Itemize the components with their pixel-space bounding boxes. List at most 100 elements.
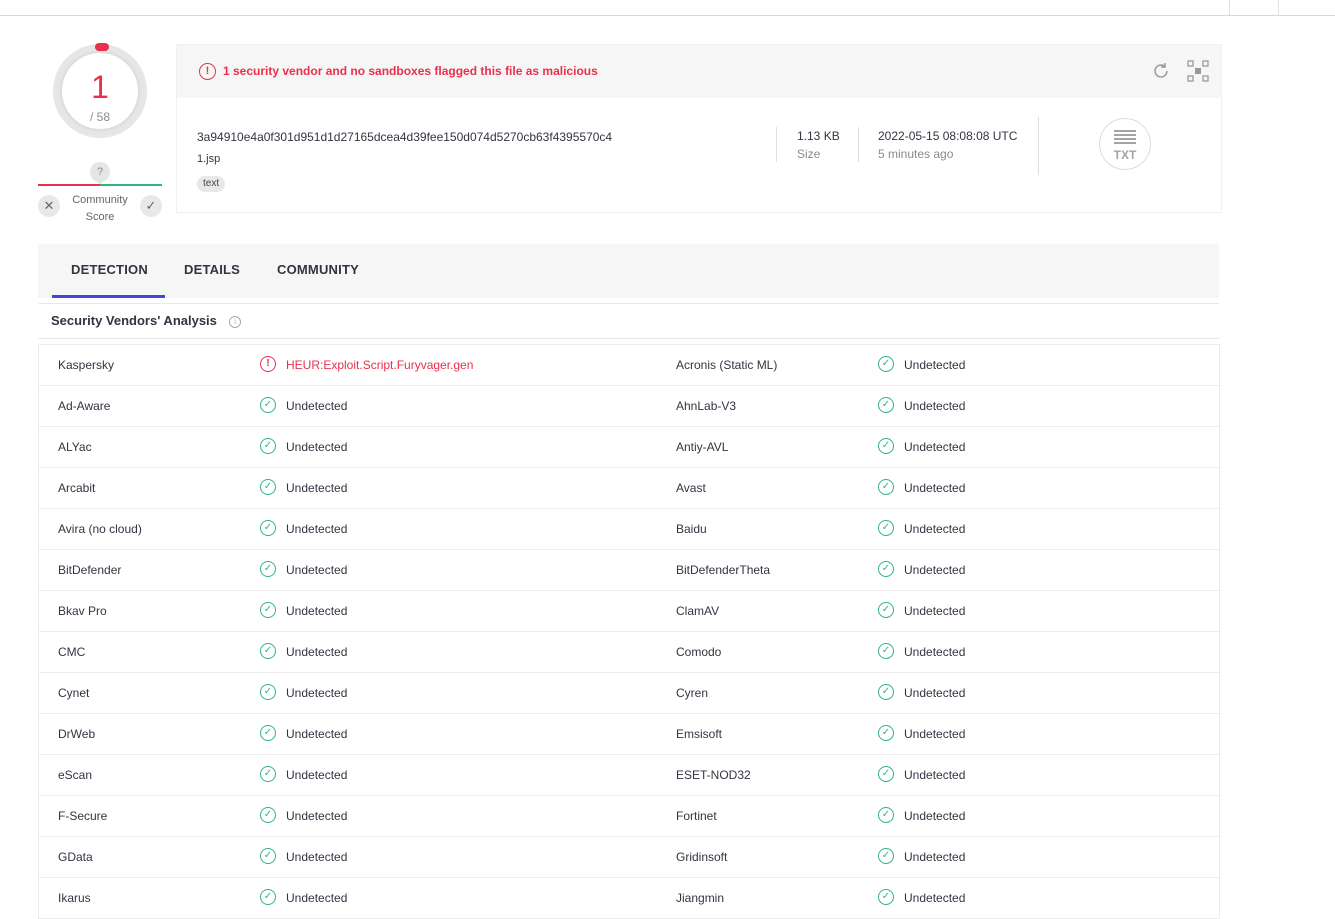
vendor-name: Arcabit	[58, 481, 96, 495]
check-circle-icon: ✓	[260, 807, 276, 823]
community-score-label: Community Score	[72, 194, 128, 223]
detection-result: Undetected	[904, 686, 966, 700]
divider	[776, 127, 777, 162]
active-tab-indicator	[52, 295, 165, 298]
vendor-name: Comodo	[676, 645, 722, 659]
detection-total: / 58	[89, 110, 110, 124]
vendor-name: Jiangmin	[676, 891, 725, 905]
qr-scan-icon[interactable]	[1187, 60, 1209, 82]
check-circle-icon: ✓	[260, 848, 276, 864]
detection-result: Undetected	[286, 522, 348, 536]
vendor-name: GData	[58, 850, 93, 864]
vendor-name: Gridinsoft	[676, 850, 728, 864]
alert-circle-icon: !	[199, 63, 216, 80]
detection-result: Undetected	[286, 727, 348, 741]
detection-result: Undetected	[904, 522, 966, 536]
tab-detection[interactable]: DETECTION	[71, 262, 148, 277]
info-icon[interactable]: i	[229, 316, 241, 328]
community-bar-positive	[100, 184, 162, 186]
detection-result: Undetected	[904, 891, 966, 905]
table-row: GData ✓ Undetected Gridinsoft ✓ Undetected	[39, 837, 1219, 878]
vendor-name: AhnLab-V3	[676, 399, 737, 413]
vendor-name: DrWeb	[58, 727, 96, 741]
top-bar-button[interactable]	[1229, 0, 1279, 15]
detection-result: Undetected	[904, 358, 966, 372]
detection-result: Undetected	[286, 891, 348, 905]
check-circle-icon: ✓	[878, 561, 894, 577]
scan-date-ago: 5 minutes ago	[878, 147, 954, 161]
table-row: Arcabit ✓ Undetected Avast ✓ Undetected	[39, 468, 1219, 509]
detection-result: Undetected	[286, 809, 348, 823]
tab-details[interactable]: DETAILS	[184, 262, 240, 277]
file-hash[interactable]: 3a94910e4a0f301d951d1d27165dcea4d39fee15…	[197, 130, 612, 144]
table-row: F-Secure ✓ Undetected Fortinet ✓ Undetected	[39, 796, 1219, 837]
tab-community[interactable]: COMMUNITY	[277, 262, 359, 277]
alert-message: 1 security vendor and no sandboxes flagg…	[223, 64, 598, 78]
vendor-name: Ad-Aware	[58, 399, 111, 413]
alert-bar: ! 1 security vendor and no sandboxes fla…	[177, 45, 1221, 98]
vendor-name: Bkav Pro	[58, 604, 107, 618]
vendor-name: eScan	[58, 768, 93, 782]
check-circle-icon: ✓	[878, 848, 894, 864]
vendor-name: Emsisoft	[676, 727, 723, 741]
check-circle-icon: ✓	[878, 479, 894, 495]
vendor-name: Avira (no cloud)	[58, 522, 142, 536]
table-row: CMC ✓ Undetected Comodo ✓ Undetected	[39, 632, 1219, 673]
refresh-icon[interactable]	[1150, 61, 1172, 83]
divider	[1038, 117, 1039, 175]
table-row: Avira (no cloud) ✓ Undetected Baidu ✓ Undetec…	[39, 509, 1219, 550]
score-inner-circle: 1 / 58	[62, 53, 138, 129]
check-circle-icon: ✓	[260, 766, 276, 782]
browser-top-bar	[0, 0, 1335, 16]
detection-result: Undetected	[286, 686, 348, 700]
detection-result: Undetected	[904, 481, 966, 495]
check-circle-icon: ✓	[260, 602, 276, 618]
detection-result: Undetected	[904, 563, 966, 577]
section-divider	[38, 338, 1219, 339]
check-circle-icon: ✓	[878, 725, 894, 741]
detection-result: Undetected	[286, 768, 348, 782]
check-circle-icon: ✓	[260, 397, 276, 413]
detection-result: Undetected	[286, 563, 348, 577]
upvote-check-icon[interactable]: ✓	[140, 195, 162, 217]
detection-result: Undetected	[286, 645, 348, 659]
detection-result: Undetected	[904, 850, 966, 864]
check-circle-icon: ✓	[878, 356, 894, 372]
detection-result: HEUR:Exploit.Script.Furyvager.gen	[286, 358, 474, 372]
check-circle-icon: ✓	[260, 561, 276, 577]
detection-result: Undetected	[286, 440, 348, 454]
file-name: 1.jsp	[197, 153, 221, 165]
check-circle-icon: ✓	[260, 438, 276, 454]
check-circle-icon: ✓	[878, 397, 894, 413]
check-circle-icon: ✓	[878, 807, 894, 823]
table-row: eScan ✓ Undetected ESET-NOD32 ✓ Undetected	[39, 755, 1219, 796]
file-size-label: Size	[797, 147, 821, 161]
section-title: Security Vendors' Analysis	[51, 313, 217, 328]
vendor-name: Ikarus	[58, 891, 91, 905]
tab-bar: DETECTION DETAILS COMMUNITY	[38, 244, 1219, 298]
vendor-name: Avast	[676, 481, 706, 495]
detection-result: Undetected	[904, 440, 966, 454]
file-size-value: 1.13 KB	[797, 129, 840, 143]
check-circle-icon: ✓	[260, 520, 276, 536]
detection-result: Undetected	[286, 850, 348, 864]
score-indicator-dot	[95, 43, 109, 51]
detection-result: Undetected	[286, 604, 348, 618]
downvote-x-icon[interactable]: ✕	[38, 195, 60, 217]
check-circle-icon: ✓	[260, 725, 276, 741]
vendor-name: Cynet	[58, 686, 90, 700]
table-row: BitDefender ✓ Undetected BitDefenderTheta ✓ U…	[39, 550, 1219, 591]
check-circle-icon: ✓	[878, 520, 894, 536]
check-circle-icon: ✓	[878, 438, 894, 454]
table-row: Ad-Aware ✓ Undetected AhnLab-V3 ✓ Undetected	[39, 386, 1219, 427]
check-circle-icon: ✓	[878, 766, 894, 782]
table-row: Ikarus ✓ Undetected Jiangmin ✓ Undetected	[39, 878, 1219, 919]
vendor-name: ALYac	[58, 440, 92, 454]
vendor-name: ESET-NOD32	[676, 768, 751, 782]
check-circle-icon: ✓	[260, 889, 276, 905]
detection-result: Undetected	[904, 604, 966, 618]
detection-result: Undetected	[904, 809, 966, 823]
vendor-name: CMC	[58, 645, 86, 659]
check-circle-icon: ✓	[878, 602, 894, 618]
file-tag[interactable]: text	[197, 176, 226, 192]
